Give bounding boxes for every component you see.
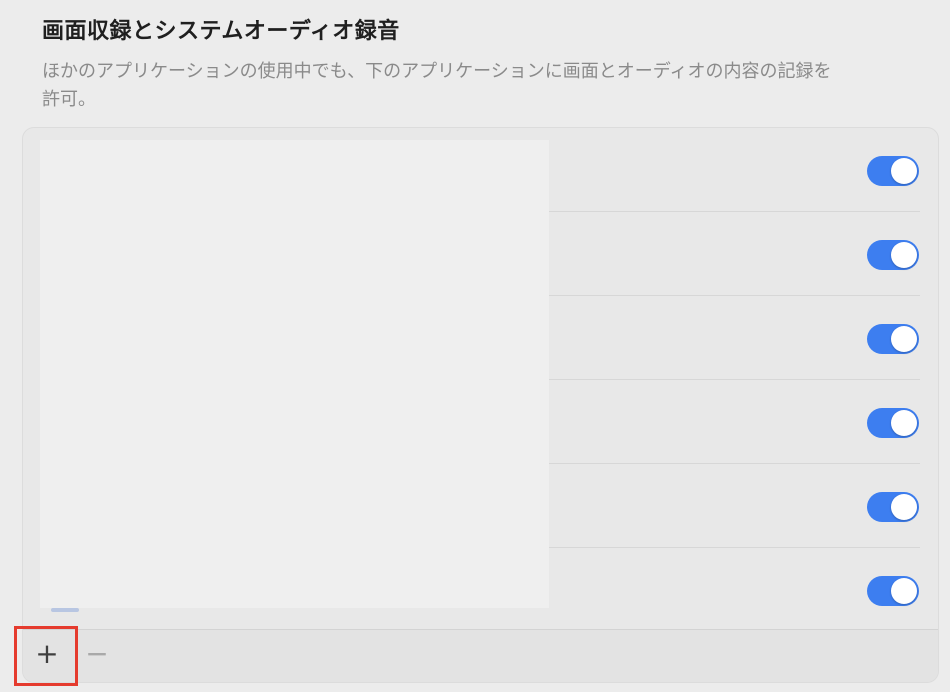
app-permission-toggle[interactable] [867, 324, 919, 354]
remove-app-button[interactable]: − [83, 640, 111, 668]
privacy-settings-page: 画面収録とシステムオーディオ録音 ほかのアプリケーションの使用中でも、下のアプリ… [0, 0, 950, 692]
toggle-knob [891, 578, 917, 604]
app-permission-toggle[interactable] [867, 240, 919, 270]
app-permissions-panel: + − [22, 127, 939, 683]
section-header: 画面収録とシステムオーディオ録音 ほかのアプリケーションの使用中でも、下のアプリ… [42, 18, 902, 114]
toggle-knob [891, 242, 917, 268]
app-icon-edge [51, 608, 79, 612]
app-names-redaction [40, 140, 549, 608]
app-permission-toggle[interactable] [867, 156, 919, 186]
toggle-knob [891, 158, 917, 184]
section-title: 画面収録とシステムオーディオ録音 [42, 19, 400, 44]
add-app-button[interactable]: + [33, 640, 61, 668]
list-footer: + − [23, 629, 938, 682]
app-permission-toggle[interactable] [867, 492, 919, 522]
toggle-knob [891, 494, 917, 520]
section-description: ほかのアプリケーションの使用中でも、下のアプリケーションに画面とオーディオの内容… [42, 61, 832, 110]
toggle-knob [891, 410, 917, 436]
app-permission-toggle[interactable] [867, 576, 919, 606]
toggle-knob [891, 326, 917, 352]
app-permission-toggle[interactable] [867, 408, 919, 438]
